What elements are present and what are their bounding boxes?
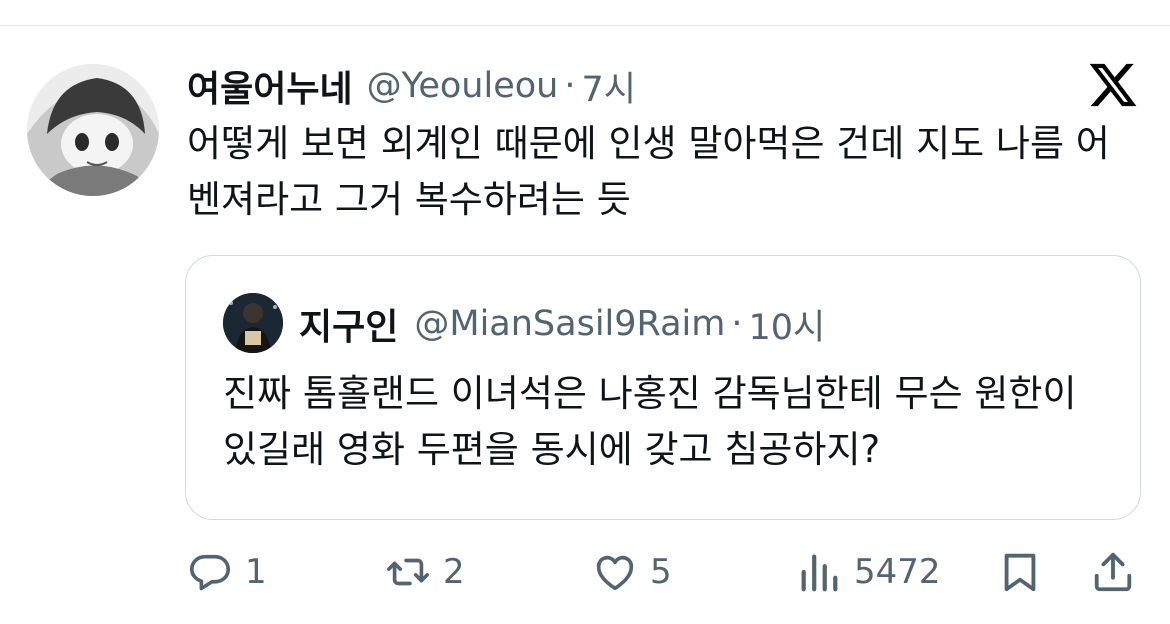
reply-icon xyxy=(189,554,231,591)
author-avatar[interactable] xyxy=(27,64,159,196)
views-button[interactable]: 5472 xyxy=(796,550,941,594)
separator-dot: · xyxy=(731,304,743,344)
like-count: 5 xyxy=(650,552,672,592)
view-count: 5472 xyxy=(854,552,941,592)
bookmark-icon xyxy=(1004,553,1036,592)
author-display-name[interactable]: 여울어누네 xyxy=(187,60,353,112)
quoted-post-card[interactable]: 지구인 @MianSasil9Raim · 10시 진짜 톰홀랜드 이녀석은 나… xyxy=(185,255,1141,520)
repost-icon xyxy=(387,558,429,586)
heart-icon xyxy=(596,555,634,591)
bookmark-button[interactable] xyxy=(997,550,1043,594)
action-bar: 1 2 5 5472 xyxy=(0,540,1170,604)
quoted-post-text: 진짜 톰홀랜드 이녀석은 나홍진 감독님한테 무슨 원한이 있길래 영화 두편을… xyxy=(223,372,1077,471)
post-timestamp[interactable]: 7시 xyxy=(581,61,635,112)
quoted-author-avatar[interactable] xyxy=(223,293,283,353)
reply-button[interactable]: 1 xyxy=(187,550,267,594)
quoted-post-header: 지구인 @MianSasil9Raim · 10시 xyxy=(299,296,825,352)
reply-count: 1 xyxy=(245,552,267,592)
author-handle[interactable]: @Yeouleou xyxy=(367,66,559,106)
repost-count: 2 xyxy=(443,552,465,592)
separator-dot: · xyxy=(564,66,576,106)
views-icon xyxy=(801,554,838,592)
top-divider xyxy=(0,25,1170,26)
repost-button[interactable]: 2 xyxy=(385,550,465,594)
share-icon xyxy=(1094,552,1132,592)
quoted-post-timestamp[interactable]: 10시 xyxy=(749,299,826,350)
share-button[interactable] xyxy=(1090,550,1136,594)
post-header: 여울어누네 @Yeouleou · 7시 xyxy=(187,58,636,114)
x-logo-icon xyxy=(1089,63,1137,107)
like-button[interactable]: 5 xyxy=(592,550,672,594)
quoted-author-display-name[interactable]: 지구인 xyxy=(299,298,398,350)
quoted-author-handle[interactable]: @MianSasil9Raim xyxy=(414,304,725,344)
post-text: 어떻게 보면 외계인 때문에 인생 말아먹은 건데 지도 나름 어벤져라고 그거… xyxy=(187,122,1110,221)
